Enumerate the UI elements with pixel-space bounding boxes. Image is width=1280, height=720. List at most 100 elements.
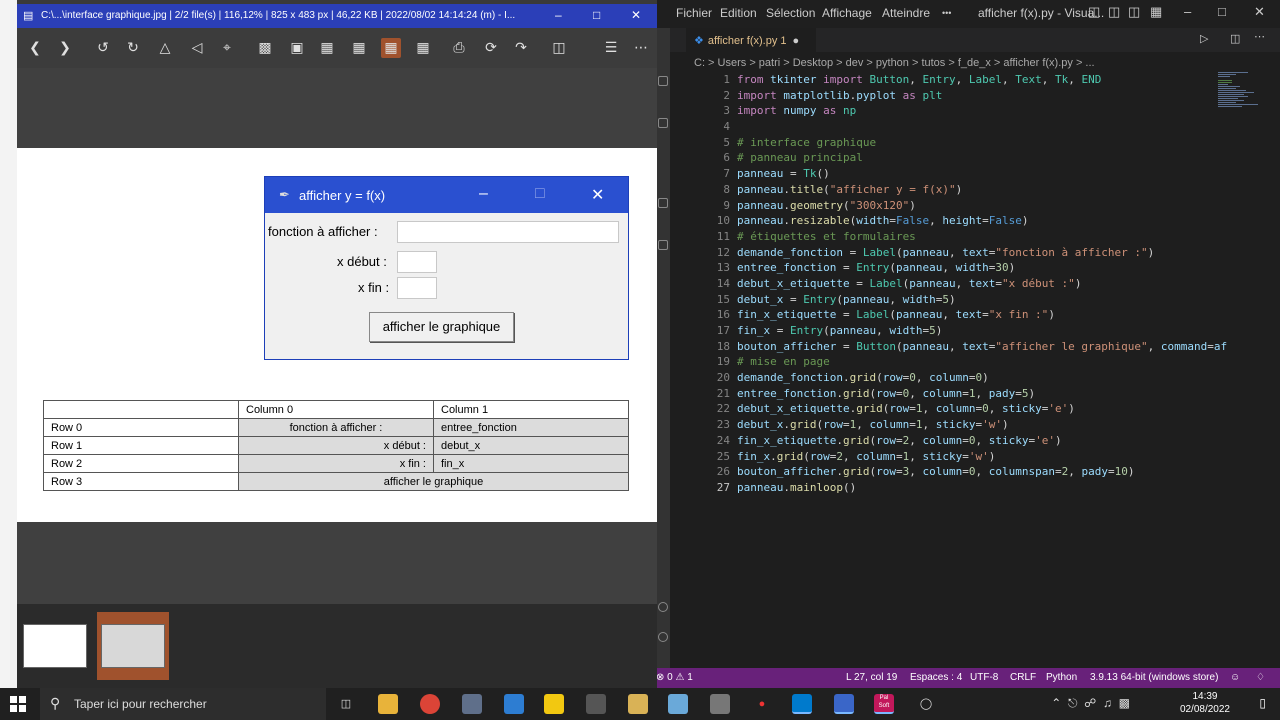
pal-soft-icon[interactable]: Pal Soft <box>874 694 894 714</box>
code-line[interactable]: 19 # mise en page <box>696 354 1256 370</box>
next-icon[interactable]: ❯ <box>55 38 75 58</box>
flip-horizontal-icon[interactable]: △ <box>155 38 175 58</box>
unsaved-dot-icon[interactable]: ● <box>793 35 800 47</box>
rotate-left-icon[interactable]: ↺ <box>93 38 113 58</box>
minimize-icon[interactable]: – <box>1184 4 1191 19</box>
customize-layout-icon[interactable]: ▦ <box>1150 4 1162 20</box>
code-line[interactable]: 7 panneau = Tk() <box>696 166 1256 182</box>
vscode-taskbar-icon[interactable] <box>792 694 812 714</box>
notification-center-icon[interactable]: ▯ <box>1259 696 1266 710</box>
code-line[interactable]: 10 panneau.resizable(width=False, height=… <box>696 213 1256 229</box>
system-tray[interactable]: ⌃ ⎋ ☍ ♫ ▩ <box>1051 696 1130 711</box>
minimap[interactable] <box>1216 70 1264 110</box>
interpreter[interactable]: 3.9.13 64-bit (windows store) <box>1090 672 1218 683</box>
file-explorer-icon[interactable] <box>378 694 398 714</box>
run-icon[interactable]: ▷ <box>1200 32 1208 45</box>
refresh-icon[interactable]: ⟳ <box>481 38 501 58</box>
code-line[interactable]: 12 demande_fonction = Label(panneau, text… <box>696 245 1256 261</box>
testing-icon[interactable] <box>658 240 668 250</box>
panel-toggle-icon[interactable]: ◫ <box>1128 4 1140 20</box>
thumbnail-2[interactable] <box>101 624 165 668</box>
source-control-icon[interactable] <box>658 118 668 128</box>
entry-x-debut[interactable] <box>397 251 437 273</box>
pen-app-icon[interactable] <box>668 694 688 714</box>
code-line[interactable]: 20 demande_fonction.grid(row=0, column=0) <box>696 370 1256 386</box>
encoding[interactable]: UTF-8 <box>970 672 998 683</box>
notes-icon[interactable] <box>628 694 648 714</box>
notifications-icon[interactable]: ♢ <box>1256 672 1265 683</box>
breadcrumb[interactable]: C: > Users > patri > Desktop > dev > pyt… <box>694 57 1095 69</box>
gear-icon[interactable] <box>658 632 668 642</box>
code-line[interactable]: 15 debut_x = Entry(panneau, width=5) <box>696 292 1256 308</box>
slideshow-icon[interactable]: ◫ <box>549 38 569 58</box>
clock[interactable]: 14:39 02/08/2022 <box>1180 690 1230 716</box>
feedback-icon[interactable]: ☺ <box>1230 672 1240 683</box>
chrome-icon[interactable] <box>420 694 440 714</box>
fit-width-icon[interactable]: ▦ <box>381 38 401 58</box>
code-line[interactable]: 24 fin_x_etiquette.grid(row=2, column=0, … <box>696 433 1256 449</box>
menu-edition[interactable]: Edition <box>720 6 757 20</box>
code-line[interactable]: 9 panneau.geometry("300x120") <box>696 198 1256 214</box>
code-line[interactable]: 5 # interface graphique <box>696 135 1256 151</box>
rotate-right-icon[interactable]: ↻ <box>123 38 143 58</box>
split-editor-icon[interactable]: ◫ <box>1230 32 1240 45</box>
code-line[interactable]: 26 bouton_afficher.grid(row=3, column=0, … <box>696 464 1256 480</box>
hamburger-menu-icon[interactable]: ☰ <box>601 38 621 58</box>
code-line[interactable]: 23 debut_x.grid(row=1, column=1, sticky='… <box>696 417 1256 433</box>
code-line[interactable]: 2 import matplotlib.pyplot as plt <box>696 88 1256 104</box>
thumbnail-1[interactable] <box>23 624 87 668</box>
windows-start-icon[interactable] <box>8 694 28 714</box>
image-canvas[interactable]: ✒ afficher y = f(x) – □ ✕ fonction à aff… <box>17 68 657 604</box>
close-icon[interactable]: ✕ <box>631 8 641 22</box>
image-viewer-taskbar-icon[interactable] <box>834 694 854 714</box>
print-icon[interactable]: ⎙ <box>449 38 469 58</box>
maximize-icon[interactable]: □ <box>1218 4 1226 19</box>
layout-icon[interactable]: ◫ <box>1088 4 1100 20</box>
language-mode[interactable]: Python <box>1046 672 1077 683</box>
code-line[interactable]: 4 <box>696 119 1256 135</box>
crop-icon[interactable]: ⌖ <box>217 38 237 58</box>
task-view-icon[interactable]: ◫ <box>336 694 356 714</box>
search-icon[interactable] <box>658 76 668 86</box>
sketch-app-icon[interactable] <box>544 694 564 714</box>
code-line[interactable]: 16 fin_x_etiquette = Label(panneau, text=… <box>696 307 1256 323</box>
afficher-graphique-button[interactable]: afficher le graphique <box>369 312 514 342</box>
code-line[interactable]: 3 import numpy as np <box>696 103 1256 119</box>
code-line[interactable]: 17 fin_x = Entry(panneau, width=5) <box>696 323 1256 339</box>
fullscreen-icon[interactable]: ▦ <box>413 38 433 58</box>
previous-icon[interactable]: ❮ <box>25 38 45 58</box>
entry-fonction[interactable] <box>397 221 619 243</box>
minimize-icon[interactable]: – <box>555 8 562 22</box>
lock-icon[interactable]: ▣ <box>287 38 307 58</box>
code-line[interactable]: 8 panneau.title("afficher y = f(x)") <box>696 182 1256 198</box>
taskbar-search[interactable]: ⚲ Taper ici pour rechercher <box>40 688 326 720</box>
settings-app-icon[interactable] <box>586 694 606 714</box>
actual-size-icon[interactable]: ▦ <box>349 38 369 58</box>
cursor-position[interactable]: L 27, col 19 <box>846 672 897 683</box>
menu-atteindre[interactable]: Atteindre <box>882 6 930 20</box>
globe-app-icon[interactable]: ◯ <box>916 694 936 714</box>
extensions-icon[interactable] <box>658 198 668 208</box>
code-line[interactable]: 14 debut_x_etiquette = Label(panneau, tex… <box>696 276 1256 292</box>
menu-affichage[interactable]: Affichage <box>822 6 872 20</box>
close-icon[interactable]: ✕ <box>591 185 604 205</box>
code-line[interactable]: 21 entree_fonction.grid(row=0, column=1, … <box>696 386 1256 402</box>
record-icon[interactable]: ● <box>752 694 772 714</box>
maximize-icon[interactable]: □ <box>593 8 600 22</box>
more-actions-icon[interactable]: ⋯ <box>1254 30 1265 43</box>
code-line[interactable]: 11 # étiquettes et formulaires <box>696 229 1256 245</box>
code-line[interactable]: 18 bouton_afficher = Button(panneau, text… <box>696 339 1256 355</box>
server-icon[interactable] <box>710 694 730 714</box>
menu-fichier[interactable]: Fichier <box>676 6 712 20</box>
code-line[interactable]: 22 debut_x_etiquette.grid(row=1, column=0… <box>696 401 1256 417</box>
fit-image-icon[interactable]: ▦ <box>317 38 337 58</box>
photos-icon[interactable] <box>504 694 524 714</box>
code-editor[interactable]: 1 from tkinter import Button, Entry, Labe… <box>696 72 1256 672</box>
menu-selection[interactable]: Sélection <box>766 6 815 20</box>
code-line[interactable]: 25 fin_x.grid(row=2, column=1, sticky='w'… <box>696 449 1256 465</box>
entry-x-fin[interactable] <box>397 277 437 299</box>
indentation[interactable]: Espaces : 4 <box>910 672 962 683</box>
line-ending[interactable]: CRLF <box>1010 672 1036 683</box>
sidebar-toggle-icon[interactable]: ◫ <box>1108 4 1120 20</box>
close-icon[interactable]: ✕ <box>1254 4 1265 20</box>
